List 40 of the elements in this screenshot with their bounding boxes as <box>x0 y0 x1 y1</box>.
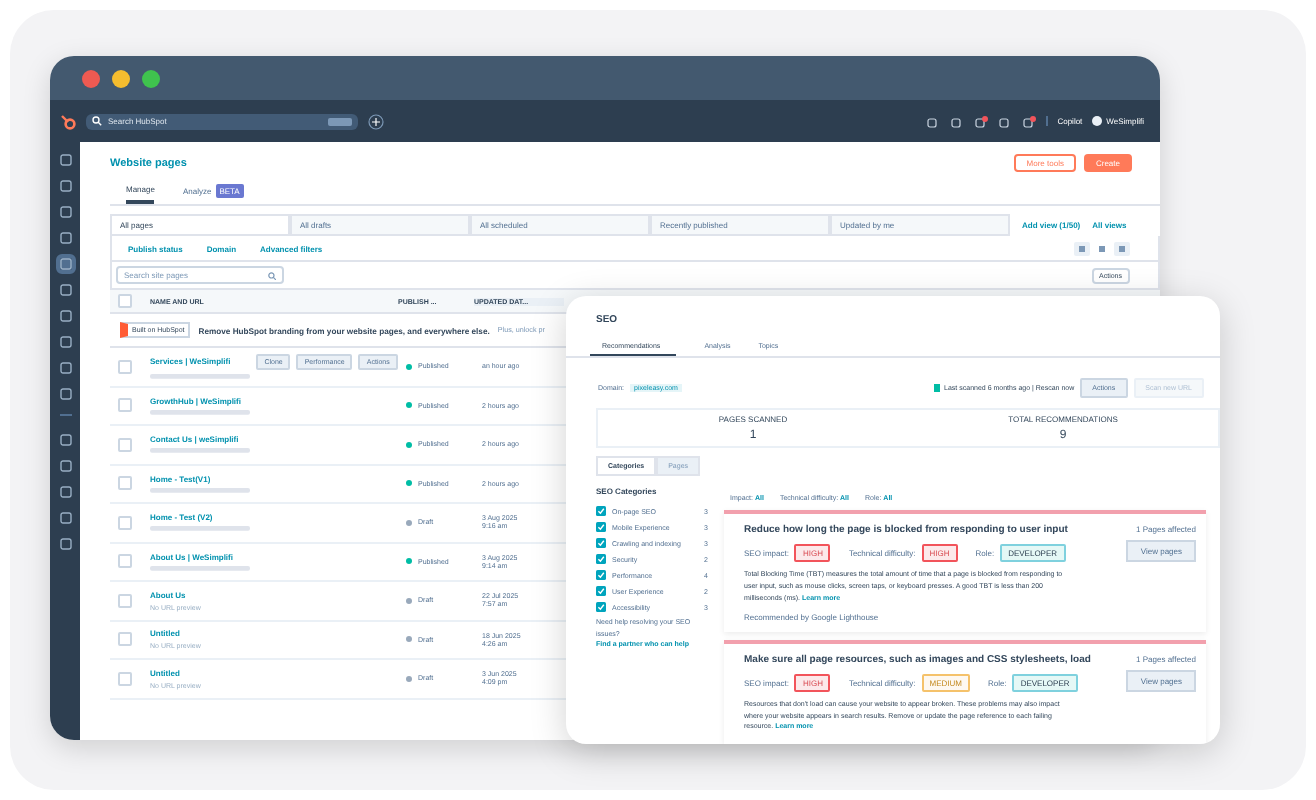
checkbox[interactable] <box>118 294 132 308</box>
sprocket-logo-icon[interactable] <box>60 113 76 129</box>
avatar-icon <box>1092 116 1103 126</box>
checkbox[interactable] <box>118 437 132 452</box>
nav-icon[interactable] <box>59 258 71 270</box>
checkbox[interactable] <box>118 632 132 647</box>
nav-icon[interactable] <box>59 460 71 472</box>
search-icon <box>268 271 276 279</box>
nav-icon[interactable] <box>59 434 71 446</box>
nav-icon[interactable] <box>59 284 71 296</box>
url-line <box>150 526 250 533</box>
shortcut-key-icon <box>328 117 352 125</box>
nav-icon[interactable] <box>59 538 71 550</box>
nav-icon[interactable] <box>59 486 71 498</box>
checkbox[interactable] <box>118 515 132 530</box>
url-line <box>150 565 250 572</box>
checkbox[interactable] <box>118 593 132 608</box>
maximize-icon[interactable] <box>142 69 160 87</box>
checkbox[interactable] <box>118 398 132 413</box>
add-icon[interactable] <box>368 113 384 129</box>
url-line <box>150 373 250 380</box>
nav-icon[interactable] <box>59 388 71 400</box>
nav-icon[interactable] <box>59 232 71 244</box>
nav-icon[interactable] <box>59 336 71 348</box>
checkbox[interactable] <box>118 359 132 374</box>
url-line <box>150 448 250 455</box>
nav-icon[interactable] <box>59 310 71 322</box>
url-line <box>150 487 250 494</box>
checkbox[interactable] <box>118 671 132 686</box>
nav-icon[interactable] <box>59 180 71 192</box>
search-icon <box>92 116 102 126</box>
close-icon[interactable] <box>82 69 100 87</box>
nav-icon[interactable] <box>59 154 71 166</box>
nav-icon[interactable] <box>59 206 71 218</box>
minimize-icon[interactable] <box>112 69 130 87</box>
nav-icon[interactable] <box>59 512 71 524</box>
nav-icon[interactable] <box>59 362 71 374</box>
checkbox[interactable] <box>118 476 132 491</box>
url-line <box>150 409 250 416</box>
checkbox[interactable] <box>118 554 132 569</box>
